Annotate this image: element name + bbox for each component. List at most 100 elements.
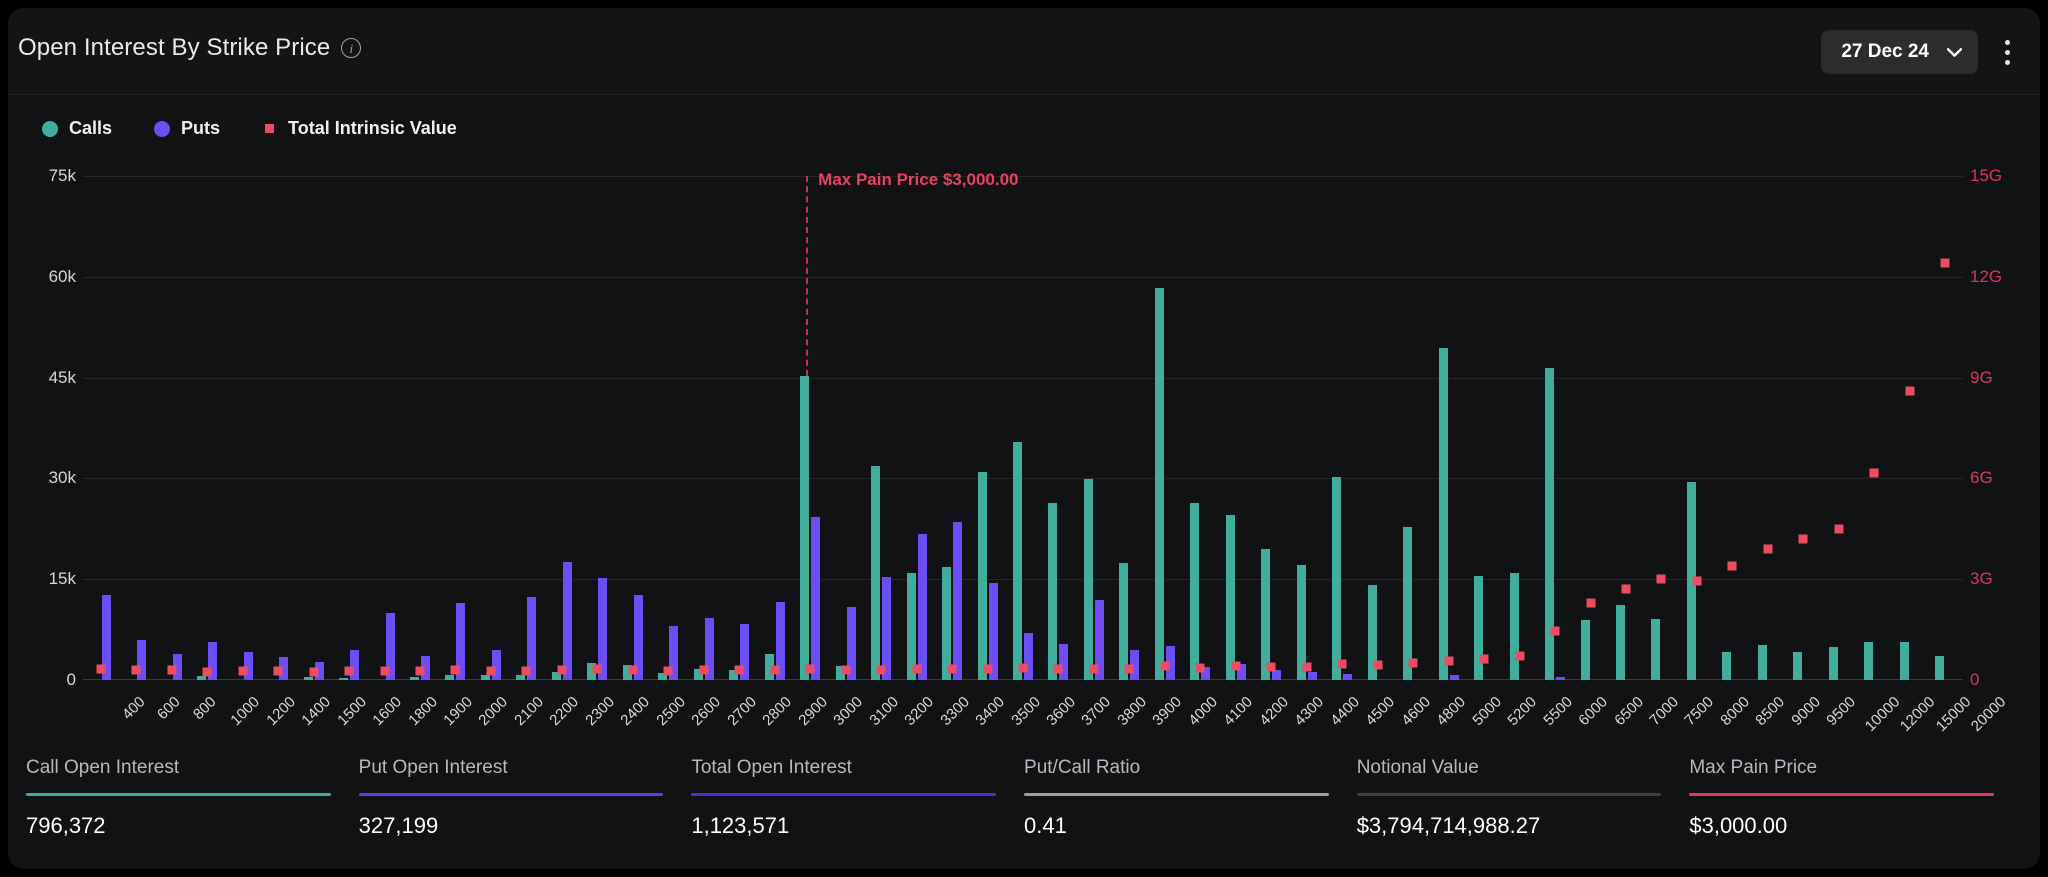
bar-group[interactable] bbox=[473, 176, 508, 680]
bar-group[interactable] bbox=[509, 176, 544, 680]
bar-group[interactable] bbox=[863, 176, 898, 680]
intrinsic-value-point[interactable] bbox=[309, 667, 318, 676]
expiry-date-select[interactable]: 27 Dec 24 bbox=[1821, 30, 1978, 74]
put-bar[interactable] bbox=[811, 517, 820, 680]
intrinsic-value-point[interactable] bbox=[451, 666, 460, 675]
intrinsic-value-point[interactable] bbox=[415, 667, 424, 676]
bar-group[interactable] bbox=[615, 176, 650, 680]
intrinsic-value-point[interactable] bbox=[1799, 534, 1808, 543]
intrinsic-value-point[interactable] bbox=[628, 665, 637, 674]
intrinsic-value-point[interactable] bbox=[1870, 469, 1879, 478]
kebab-menu-icon[interactable] bbox=[1992, 30, 2022, 74]
put-bar[interactable] bbox=[492, 650, 501, 680]
intrinsic-value-point[interactable] bbox=[1480, 655, 1489, 664]
bar-group[interactable] bbox=[1076, 176, 1111, 680]
call-bar[interactable] bbox=[1651, 619, 1660, 680]
intrinsic-value-point[interactable] bbox=[1586, 598, 1595, 607]
bar-group[interactable] bbox=[899, 176, 934, 680]
intrinsic-value-point[interactable] bbox=[1409, 659, 1418, 668]
bar-group[interactable] bbox=[792, 176, 827, 680]
call-bar[interactable] bbox=[1474, 576, 1483, 680]
intrinsic-value-point[interactable] bbox=[132, 665, 141, 674]
intrinsic-value-point[interactable] bbox=[1054, 664, 1063, 673]
bar-group[interactable] bbox=[1537, 176, 1572, 680]
bar-group[interactable] bbox=[1715, 176, 1750, 680]
call-bar[interactable] bbox=[1864, 642, 1873, 680]
intrinsic-value-point[interactable] bbox=[167, 666, 176, 675]
call-bar[interactable] bbox=[197, 676, 206, 680]
call-bar[interactable] bbox=[304, 677, 313, 680]
bar-group[interactable] bbox=[828, 176, 863, 680]
call-bar[interactable] bbox=[1616, 605, 1625, 680]
bar-group[interactable] bbox=[1821, 176, 1856, 680]
bar-group[interactable] bbox=[544, 176, 579, 680]
legend-item-calls[interactable]: Calls bbox=[42, 118, 112, 139]
bar-group[interactable] bbox=[331, 176, 366, 680]
put-bar[interactable] bbox=[563, 562, 572, 680]
intrinsic-value-point[interactable] bbox=[1196, 663, 1205, 672]
call-bar[interactable] bbox=[339, 678, 348, 680]
call-bar[interactable] bbox=[1048, 503, 1057, 680]
legend-item-puts[interactable]: Puts bbox=[154, 118, 220, 139]
bar-group[interactable] bbox=[1112, 176, 1147, 680]
call-bar[interactable] bbox=[942, 567, 951, 680]
bar-group[interactable] bbox=[154, 176, 189, 680]
intrinsic-value-point[interactable] bbox=[557, 665, 566, 674]
intrinsic-value-point[interactable] bbox=[1267, 663, 1276, 672]
bar-group[interactable] bbox=[721, 176, 756, 680]
put-bar[interactable] bbox=[918, 534, 927, 680]
bar-group[interactable] bbox=[934, 176, 969, 680]
put-bar[interactable] bbox=[1343, 674, 1352, 680]
put-bar[interactable] bbox=[1024, 633, 1033, 680]
intrinsic-value-point[interactable] bbox=[1657, 575, 1666, 584]
intrinsic-value-point[interactable] bbox=[1941, 259, 1950, 268]
intrinsic-value-point[interactable] bbox=[1125, 664, 1134, 673]
put-bar[interactable] bbox=[1450, 675, 1459, 680]
bar-group[interactable] bbox=[970, 176, 1005, 680]
bar-group[interactable] bbox=[651, 176, 686, 680]
bar-group[interactable] bbox=[83, 176, 118, 680]
intrinsic-value-point[interactable] bbox=[203, 667, 212, 676]
put-bar[interactable] bbox=[953, 522, 962, 680]
call-bar[interactable] bbox=[1013, 442, 1022, 680]
bar-group[interactable] bbox=[1325, 176, 1360, 680]
intrinsic-value-point[interactable] bbox=[522, 666, 531, 675]
bar-group[interactable] bbox=[1857, 176, 1892, 680]
intrinsic-value-point[interactable] bbox=[380, 666, 389, 675]
bar-group[interactable] bbox=[296, 176, 331, 680]
call-bar[interactable] bbox=[800, 376, 809, 680]
intrinsic-value-point[interactable] bbox=[96, 665, 105, 674]
bar-group[interactable] bbox=[1183, 176, 1218, 680]
intrinsic-value-point[interactable] bbox=[948, 664, 957, 673]
call-bar[interactable] bbox=[1119, 563, 1128, 680]
call-bar[interactable] bbox=[1226, 515, 1235, 680]
intrinsic-value-point[interactable] bbox=[841, 665, 850, 674]
intrinsic-value-point[interactable] bbox=[806, 665, 815, 674]
bar-group[interactable] bbox=[580, 176, 615, 680]
call-bar[interactable] bbox=[1758, 645, 1767, 680]
intrinsic-value-point[interactable] bbox=[664, 666, 673, 675]
call-bar[interactable] bbox=[1581, 620, 1590, 680]
intrinsic-value-point[interactable] bbox=[1551, 627, 1560, 636]
bar-group[interactable] bbox=[1644, 176, 1679, 680]
intrinsic-value-point[interactable] bbox=[1302, 662, 1311, 671]
call-bar[interactable] bbox=[1510, 573, 1519, 680]
call-bar[interactable] bbox=[1190, 503, 1199, 680]
bar-group[interactable] bbox=[1360, 176, 1395, 680]
call-bar[interactable] bbox=[1403, 527, 1412, 680]
bar-group[interactable] bbox=[1254, 176, 1289, 680]
bar-group[interactable] bbox=[1466, 176, 1501, 680]
call-bar[interactable] bbox=[516, 675, 525, 680]
call-bar[interactable] bbox=[410, 677, 419, 680]
call-bar[interactable] bbox=[1084, 479, 1093, 680]
bar-group[interactable] bbox=[1750, 176, 1785, 680]
intrinsic-value-point[interactable] bbox=[770, 665, 779, 674]
intrinsic-value-point[interactable] bbox=[1692, 576, 1701, 585]
bar-group[interactable] bbox=[1041, 176, 1076, 680]
intrinsic-value-point[interactable] bbox=[912, 665, 921, 674]
bar-group[interactable] bbox=[757, 176, 792, 680]
call-bar[interactable] bbox=[481, 675, 490, 680]
bar-group[interactable] bbox=[402, 176, 437, 680]
put-bar[interactable] bbox=[1556, 677, 1565, 680]
intrinsic-value-point[interactable] bbox=[274, 666, 283, 675]
